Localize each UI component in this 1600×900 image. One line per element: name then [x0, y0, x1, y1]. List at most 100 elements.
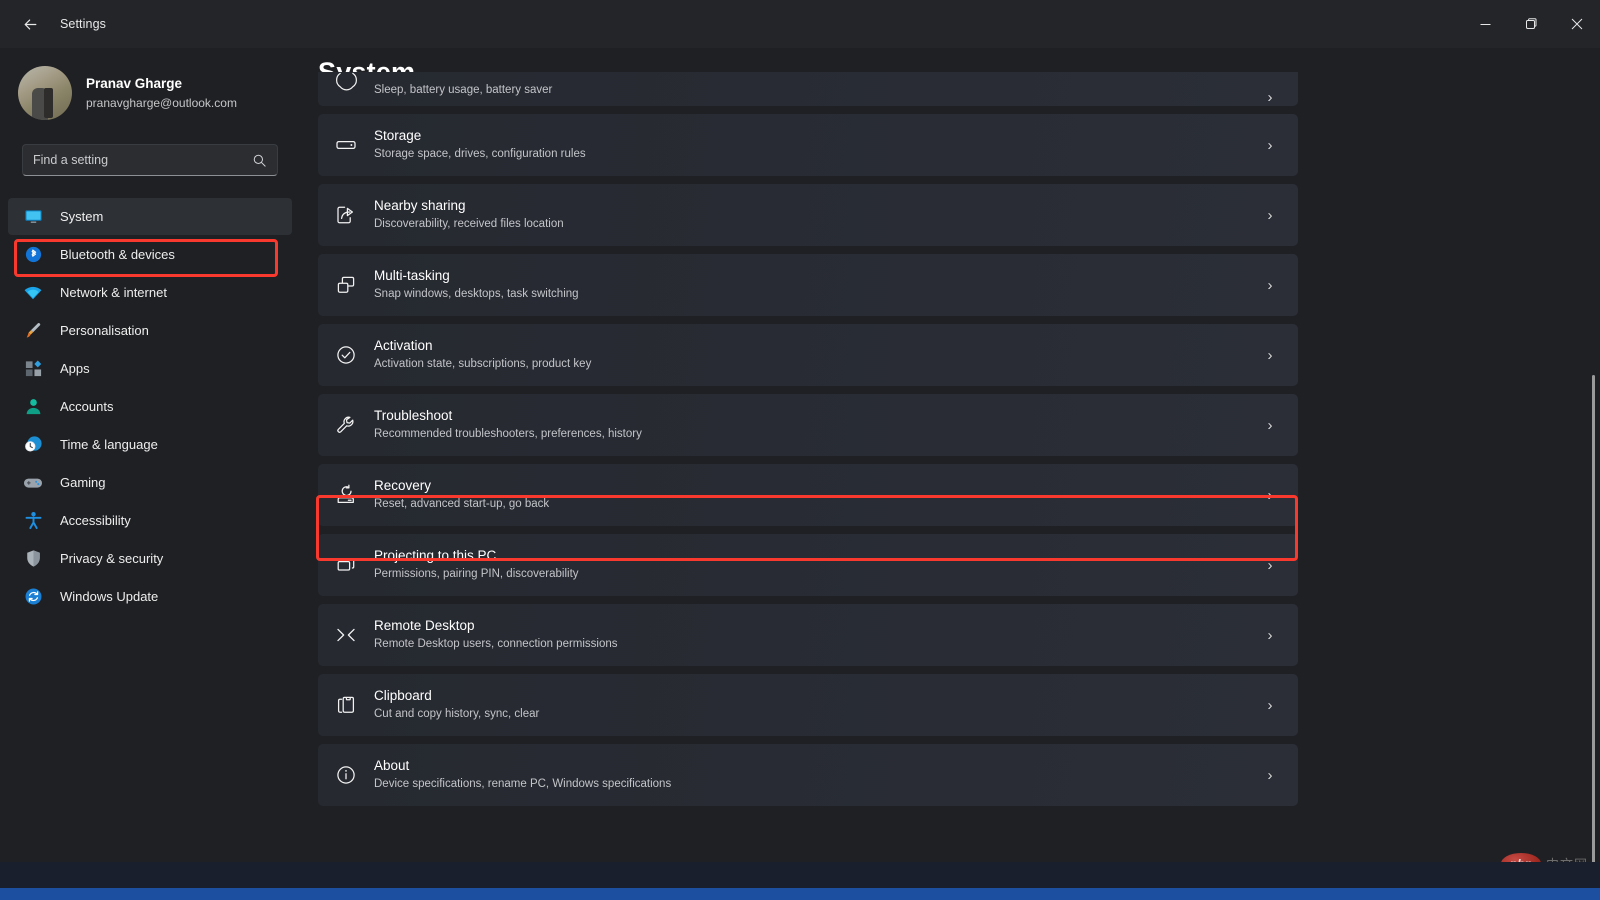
settings-card-projecting-to-this-pc[interactable]: Projecting to this PC Permissions, pairi… [318, 534, 1298, 596]
settings-card-text: Multi-tasking Snap windows, desktops, ta… [374, 268, 1242, 301]
wifi-icon [22, 282, 44, 304]
check-circle-icon [318, 344, 374, 366]
chevron-right-icon: › [1267, 346, 1273, 364]
person-icon [22, 396, 44, 418]
account-text: Pranav Gharge pranavgharge@outlook.com [86, 75, 237, 110]
share-icon [318, 204, 374, 226]
settings-card-activation[interactable]: Activation Activation state, subscriptio… [318, 324, 1298, 386]
settings-card-title: Activation [374, 338, 433, 354]
settings-card-text: Clipboard Cut and copy history, sync, cl… [374, 688, 1242, 721]
info-icon [318, 764, 374, 786]
remote-desktop-icon [318, 624, 374, 646]
sidebar-item-privacy-security[interactable]: Privacy & security [8, 540, 292, 577]
settings-card-title: Clipboard [374, 688, 432, 704]
settings-card-text: Recovery Reset, advanced start-up, go ba… [374, 478, 1242, 511]
settings-card-text: Projecting to this PC Permissions, pairi… [374, 548, 1242, 581]
clock-globe-icon [22, 434, 44, 456]
sidebar-nav: System Bluetooth & devices Network & int… [0, 198, 300, 615]
sidebar-item-label: Apps [60, 361, 90, 376]
settings-card-title: Troubleshoot [374, 408, 453, 424]
chevron-right-icon: › [1267, 696, 1273, 714]
wrench-icon [318, 414, 374, 436]
window-title: Settings [60, 17, 106, 31]
settings-card-clipboard[interactable]: Clipboard Cut and copy history, sync, cl… [318, 674, 1298, 736]
settings-card-subtitle: Sleep, battery usage, battery saver [374, 83, 553, 96]
gamepad-icon [22, 472, 44, 494]
monitor-icon [22, 206, 44, 228]
sidebar-item-system[interactable]: System [8, 198, 292, 235]
account-profile[interactable]: Pranav Gharge pranavgharge@outlook.com [0, 48, 300, 122]
account-email: pranavgharge@outlook.com [86, 95, 237, 110]
storage-icon [318, 134, 374, 156]
settings-card-title: Nearby sharing [374, 198, 466, 214]
avatar [18, 66, 72, 120]
chevron-right-icon: › [1267, 416, 1273, 434]
settings-card-text: About Device specifications, rename PC, … [374, 758, 1242, 791]
settings-card-subtitle: Device specifications, rename PC, Window… [374, 778, 672, 791]
sidebar-item-gaming[interactable]: Gaming [8, 464, 292, 501]
settings-card-text: Storage Storage space, drives, configura… [374, 128, 1242, 161]
settings-card-remote-desktop[interactable]: Remote Desktop Remote Desktop users, con… [318, 604, 1298, 666]
title-bar: Settings [0, 0, 1600, 48]
settings-card-nearby-sharing[interactable]: Nearby sharing Discoverability, received… [318, 184, 1298, 246]
sidebar-item-windows-update[interactable]: Windows Update [8, 578, 292, 615]
chevron-right-icon: › [1267, 766, 1273, 784]
sidebar-item-personalisation[interactable]: Personalisation [8, 312, 292, 349]
bluetooth-icon [22, 244, 44, 266]
settings-card-multi-tasking[interactable]: Multi-tasking Snap windows, desktops, ta… [318, 254, 1298, 316]
settings-card-title: Recovery [374, 478, 432, 494]
sidebar-item-accessibility[interactable]: Accessibility [8, 502, 292, 539]
sidebar-item-bluetooth-devices[interactable]: Bluetooth & devices [8, 236, 292, 273]
settings-card-subtitle: Activation state, subscriptions, product… [374, 358, 592, 371]
settings-card-title: About [374, 758, 410, 774]
avatar-figure-detail [44, 88, 53, 118]
apps-grid-icon [22, 358, 44, 380]
settings-card-power-battery[interactable]: Sleep, battery usage, battery saver › [318, 72, 1298, 106]
settings-card-troubleshoot[interactable]: Troubleshoot Recommended troubleshooters… [318, 394, 1298, 456]
settings-card-subtitle: Storage space, drives, configuration rul… [374, 148, 586, 161]
sidebar-item-time-language[interactable]: Time & language [8, 426, 292, 463]
chevron-right-icon: › [1267, 626, 1273, 644]
paintbrush-icon [22, 320, 44, 342]
sidebar-item-label: Windows Update [60, 589, 159, 604]
sidebar-item-label: Time & language [60, 437, 158, 452]
settings-card-text: Troubleshoot Recommended troubleshooters… [374, 408, 1242, 441]
settings-card-subtitle: Snap windows, desktops, task switching [374, 288, 579, 301]
settings-card-storage[interactable]: Storage Storage space, drives, configura… [318, 114, 1298, 176]
sidebar-item-label: Network & internet [60, 285, 167, 300]
settings-card-subtitle: Permissions, pairing PIN, discoverabilit… [374, 568, 579, 581]
back-button[interactable] [10, 8, 50, 40]
settings-card-about[interactable]: About Device specifications, rename PC, … [318, 744, 1298, 806]
update-icon [22, 586, 44, 608]
project-icon [318, 554, 374, 576]
settings-card-subtitle: Recommended troubleshooters, preferences… [374, 428, 642, 441]
sidebar-item-accounts[interactable]: Accounts [8, 388, 292, 425]
search-input[interactable] [33, 153, 252, 167]
chevron-right-icon: › [1267, 206, 1273, 224]
settings-card-recovery[interactable]: Recovery Reset, advanced start-up, go ba… [318, 464, 1298, 526]
account-name: Pranav Gharge [86, 76, 183, 92]
maximize-button[interactable] [1508, 0, 1554, 48]
sidebar-item-network-internet[interactable]: Network & internet [8, 274, 292, 311]
chevron-right-icon: › [1267, 276, 1273, 294]
search-icon[interactable] [252, 153, 267, 168]
chevron-right-icon: › [1267, 136, 1273, 154]
multitask-icon [318, 274, 374, 296]
close-button[interactable] [1554, 0, 1600, 48]
settings-card-title: Projecting to this PC [374, 548, 497, 564]
search-box[interactable] [22, 144, 278, 176]
search-container [22, 144, 278, 176]
taskbar-accent-bar [0, 888, 1600, 900]
window-controls [1462, 0, 1600, 48]
minimize-button[interactable] [1462, 0, 1508, 48]
settings-window: Settings Pranav Gharge pranavgharge@outl… [0, 0, 1600, 900]
sidebar-item-label: Privacy & security [60, 551, 164, 566]
settings-card-subtitle: Reset, advanced start-up, go back [374, 498, 550, 511]
sidebar-item-apps[interactable]: Apps [8, 350, 292, 387]
settings-card-text: Activation Activation state, subscriptio… [374, 338, 1242, 371]
content-scrollbar[interactable] [1592, 375, 1595, 872]
settings-card-text: Sleep, battery usage, battery saver [374, 83, 1242, 106]
sidebar-item-label: Accounts [60, 399, 114, 414]
sidebar-item-label: Accessibility [60, 513, 131, 528]
title-bar-left: Settings [0, 0, 106, 48]
